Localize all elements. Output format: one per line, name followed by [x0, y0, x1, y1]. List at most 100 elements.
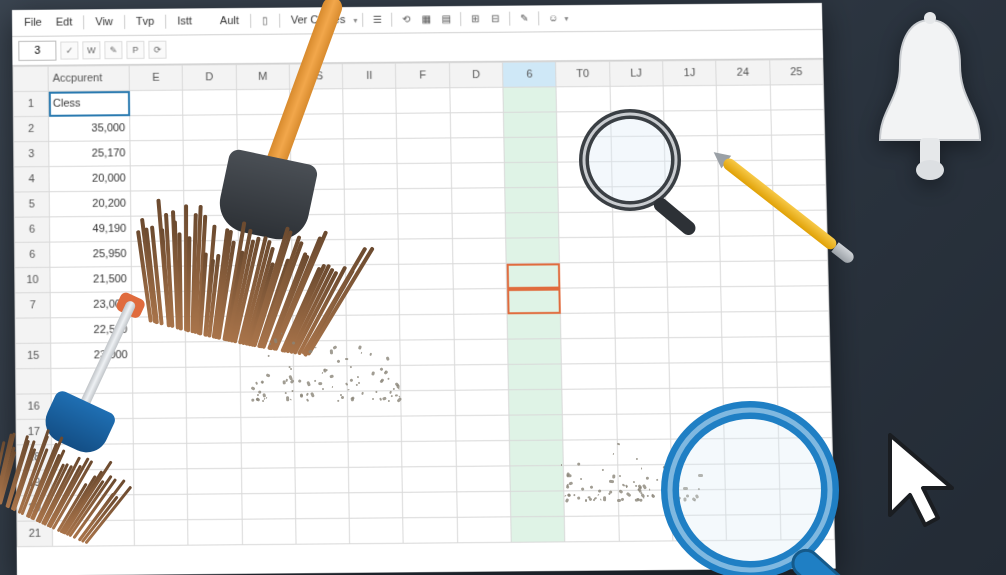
cell[interactable]: [347, 365, 401, 391]
cell[interactable]: [134, 520, 188, 546]
cell[interactable]: [450, 87, 504, 113]
toolbar-icon[interactable]: W: [82, 41, 100, 59]
cell[interactable]: [291, 189, 345, 215]
cell[interactable]: [665, 161, 719, 187]
cell[interactable]: [134, 469, 188, 495]
cell[interactable]: [349, 467, 403, 493]
cell[interactable]: [772, 185, 826, 211]
cell[interactable]: [564, 465, 618, 491]
column-header[interactable]: F: [396, 63, 450, 89]
cell[interactable]: [129, 90, 183, 116]
cell[interactable]: Cless: [48, 91, 129, 117]
cell[interactable]: [668, 337, 722, 363]
row-header[interactable]: 3: [14, 141, 49, 166]
cell[interactable]: [451, 163, 505, 189]
cell[interactable]: [564, 490, 618, 516]
cell[interactable]: [130, 140, 184, 166]
cell[interactable]: [134, 494, 188, 520]
cell[interactable]: [292, 239, 346, 265]
cell[interactable]: [293, 315, 347, 341]
cell[interactable]: 49,190: [49, 216, 131, 242]
cell[interactable]: [291, 164, 345, 190]
cell[interactable]: [617, 439, 671, 465]
cell[interactable]: [671, 439, 725, 465]
cell[interactable]: [400, 340, 454, 366]
cell[interactable]: [295, 467, 349, 493]
cell[interactable]: [450, 137, 504, 163]
cell[interactable]: [780, 514, 835, 540]
cell[interactable]: [556, 86, 610, 112]
cell[interactable]: [132, 367, 186, 393]
cell[interactable]: [612, 211, 666, 237]
cell[interactable]: [667, 287, 721, 313]
cell[interactable]: [241, 442, 295, 468]
cell[interactable]: [510, 491, 564, 517]
cell[interactable]: [240, 417, 294, 443]
cell[interactable]: [293, 341, 347, 367]
cell[interactable]: [52, 520, 134, 546]
cell[interactable]: [615, 363, 669, 389]
cell[interactable]: [292, 265, 346, 291]
cell[interactable]: [778, 438, 832, 464]
cell[interactable]: [557, 111, 611, 137]
cell[interactable]: [186, 392, 240, 418]
cell[interactable]: [294, 417, 348, 443]
cell[interactable]: [719, 185, 773, 211]
cell[interactable]: [563, 440, 617, 466]
cell[interactable]: [131, 241, 185, 267]
cell[interactable]: 25,170: [49, 141, 130, 167]
column-header[interactable]: 1J: [663, 60, 717, 86]
cell[interactable]: [614, 312, 668, 338]
cell[interactable]: [616, 388, 670, 414]
cell[interactable]: [454, 339, 508, 365]
toolbar-icon[interactable]: ✎: [515, 9, 533, 27]
column-header[interactable]: 24: [716, 60, 770, 86]
cell[interactable]: [726, 489, 780, 515]
cell[interactable]: [396, 88, 450, 114]
toolbar-icon[interactable]: ⊟: [486, 10, 504, 28]
cell[interactable]: [770, 84, 824, 110]
spreadsheet-grid[interactable]: AccpurentEDMTSIIFD6T0LJ1J24251Cless235,0…: [12, 59, 834, 547]
cell[interactable]: [509, 440, 563, 466]
cell[interactable]: [614, 287, 668, 313]
row-header[interactable]: 21: [17, 521, 53, 547]
cell[interactable]: [775, 311, 829, 337]
cell[interactable]: [773, 235, 827, 261]
cell[interactable]: [671, 464, 725, 490]
cell[interactable]: [185, 316, 239, 342]
cell[interactable]: [239, 290, 293, 316]
cell[interactable]: [296, 518, 350, 544]
cell[interactable]: [130, 191, 184, 217]
cell[interactable]: [184, 165, 238, 191]
cell[interactable]: [241, 468, 295, 494]
cell[interactable]: [347, 340, 401, 366]
cell[interactable]: [663, 85, 717, 111]
row-header[interactable]: 6: [15, 242, 50, 268]
menu-view[interactable]: Viw: [89, 14, 119, 30]
cell[interactable]: [188, 494, 242, 520]
cell[interactable]: 23,000: [50, 292, 132, 318]
cell[interactable]: [509, 415, 563, 441]
row-header[interactable]: 10: [15, 267, 50, 293]
cell[interactable]: [454, 364, 508, 390]
column-header[interactable]: Accpurent: [48, 66, 129, 92]
cell[interactable]: [618, 515, 672, 541]
cell[interactable]: [130, 115, 184, 141]
column-header[interactable]: 25: [769, 59, 823, 85]
cell[interactable]: [664, 110, 718, 136]
cell[interactable]: [52, 444, 134, 470]
cell[interactable]: [344, 164, 398, 190]
toolbar-icon[interactable]: ✓: [60, 41, 78, 59]
cell[interactable]: [613, 237, 667, 263]
cell[interactable]: [669, 363, 723, 389]
cell[interactable]: [451, 188, 505, 214]
cell[interactable]: [239, 341, 293, 367]
row-header[interactable]: 6: [14, 217, 49, 243]
menu-blank[interactable]: [200, 19, 212, 23]
cell[interactable]: [716, 85, 770, 111]
cell[interactable]: [777, 387, 831, 413]
cell[interactable]: [559, 212, 613, 238]
cell[interactable]: [720, 236, 774, 262]
cell[interactable]: [456, 466, 510, 492]
cell[interactable]: [723, 387, 777, 413]
